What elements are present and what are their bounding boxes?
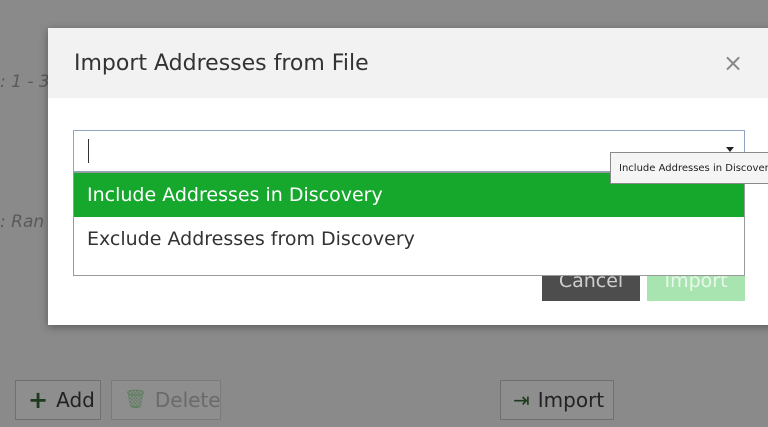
screen: : 1 - 3 : Ran + Add 🗑 Delete ⇥ Import Im…: [0, 0, 768, 427]
background-import-label: Import: [537, 388, 605, 412]
delete-button-label: Delete: [154, 388, 221, 412]
close-icon[interactable]: ×: [720, 50, 746, 76]
trash-icon: 🗑: [124, 389, 147, 410]
dialog-title: Import Addresses from File: [74, 50, 369, 76]
discovery-mode-dropdown: Include Addresses in Discovery Exclude A…: [73, 172, 745, 276]
add-button[interactable]: + Add: [15, 380, 101, 420]
background-range-text: : 1 - 3: [0, 72, 50, 92]
text-caret: [88, 139, 89, 163]
option-exclude-addresses[interactable]: Exclude Addresses from Discovery: [74, 217, 744, 261]
dialog-header: Import Addresses from File: [48, 28, 768, 98]
add-button-label: Add: [56, 388, 95, 412]
tooltip: Include Addresses in Discovery: [610, 152, 768, 184]
import-icon: ⇥: [513, 388, 530, 412]
background-range-text-2: : Ran: [0, 212, 45, 232]
background-import-button[interactable]: ⇥ Import: [500, 380, 614, 420]
plus-icon: +: [28, 386, 49, 414]
delete-button[interactable]: 🗑 Delete: [111, 380, 221, 420]
